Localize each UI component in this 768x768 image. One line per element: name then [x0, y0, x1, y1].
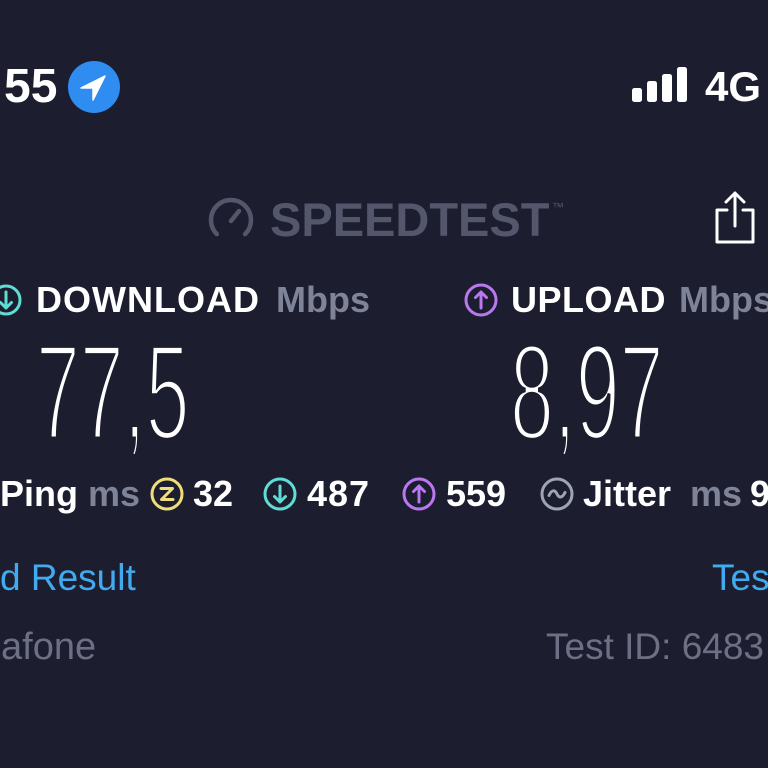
download-value-box: 77,5 [36, 330, 206, 455]
links-row: d Result Tes [0, 554, 768, 602]
download-label: DOWNLOAD [36, 279, 260, 320]
jitter-wave-icon [540, 477, 574, 511]
jitter-label: Jitter [583, 473, 672, 514]
upload-arrow-icon [464, 283, 498, 317]
ping-download-icon [263, 477, 297, 511]
ping-label: Ping [0, 473, 78, 514]
upload-unit: Mbps [679, 280, 768, 320]
provider-name: afone [1, 626, 97, 668]
trademark-symbol: ™ [552, 200, 564, 214]
test-id: Test ID: 6483 [546, 626, 765, 667]
test-info-row: afone Test ID: 6483 [0, 623, 768, 671]
signal-bar [677, 67, 687, 102]
speedtest-logo-text: SPEEDTEST [270, 193, 550, 246]
download-value: 77,5 [36, 330, 191, 455]
jitter-unit: ms [690, 473, 743, 514]
speed-results: DOWNLOAD Mbps 77,5 UPLOAD Mbps 8,97 [0, 276, 768, 462]
ping-upload-icon [402, 477, 436, 511]
upload-label: UPLOAD [511, 279, 666, 320]
signal-bar [647, 81, 657, 102]
ping-unit: ms [88, 473, 141, 514]
ping-upload-value: 559 [446, 473, 507, 514]
jitter-value: 9 [750, 474, 768, 514]
upload-value: 8,97 [510, 330, 665, 455]
result-link[interactable]: d Result [0, 556, 136, 600]
location-arrow-icon [68, 61, 120, 113]
signal-bar [632, 88, 642, 102]
latency-row: Ping ms 32 487 559 Jitter ms 9 [0, 472, 768, 516]
download-arrow-icon [0, 284, 22, 316]
speedtest-result-screen: 55 4G SPEEDTEST ™ DOWNLOAD Mbps 77,5 UPL… [0, 0, 768, 768]
upload-value-box: 8,97 [510, 330, 680, 455]
ping-download-value: 487 [307, 473, 371, 514]
ping-idle-icon [150, 477, 184, 511]
share-icon [715, 191, 755, 244]
download-unit: Mbps [276, 279, 370, 320]
test-link[interactable]: Tes [712, 556, 768, 600]
network-type: 4G [705, 63, 762, 110]
ping-idle-value: 32 [193, 473, 234, 514]
signal-bars-icon [632, 67, 687, 102]
status-time: 55 [4, 60, 58, 113]
speedtest-gauge-icon [208, 197, 254, 237]
status-bar: 55 4G [0, 56, 768, 120]
signal-bar [662, 74, 672, 102]
app-header: SPEEDTEST ™ [0, 186, 768, 250]
share-button[interactable] [712, 190, 758, 246]
